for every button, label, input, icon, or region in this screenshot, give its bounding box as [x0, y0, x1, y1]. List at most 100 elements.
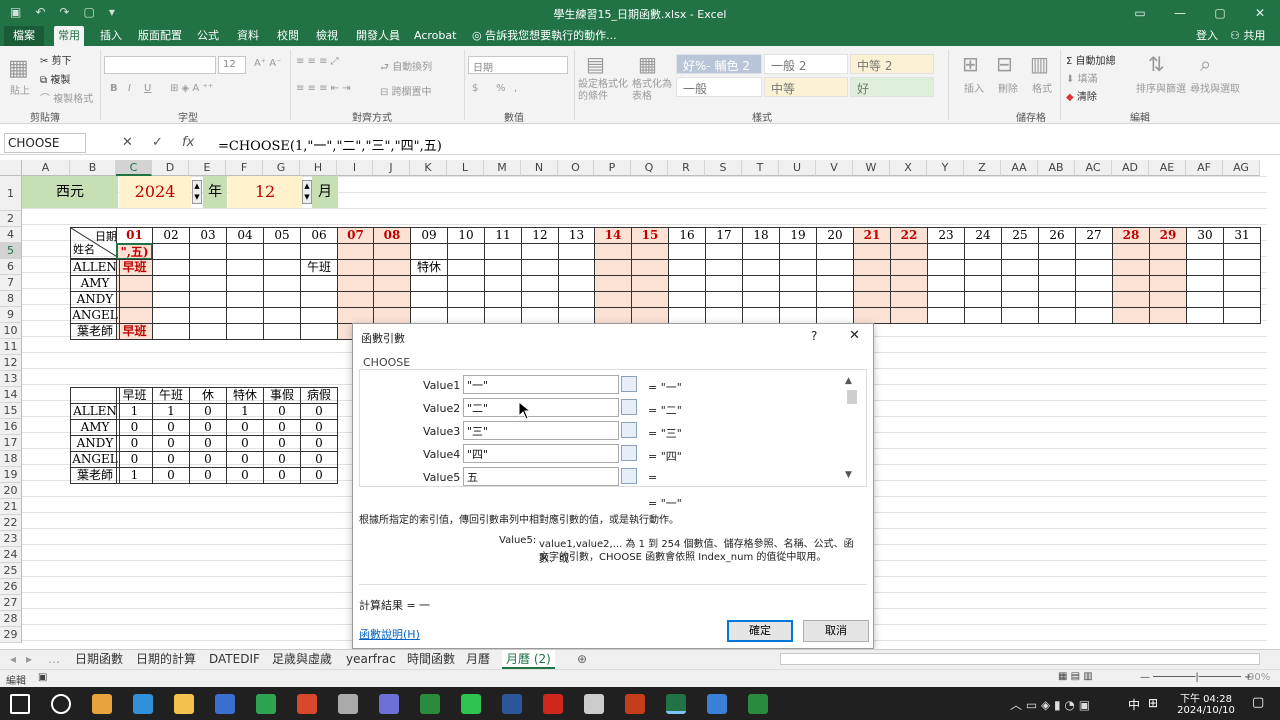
row-header-26[interactable]: 26 [0, 579, 22, 595]
shift-cell[interactable] [890, 275, 928, 292]
shift-cell[interactable] [890, 243, 928, 260]
shift-cell[interactable] [226, 243, 264, 260]
fill-button[interactable]: ⬇ 填滿 [1066, 70, 1098, 85]
shift-cell[interactable] [1223, 307, 1261, 324]
style-accent2[interactable]: 好%- 輔色 2 2 [676, 54, 762, 88]
shift-cell[interactable] [594, 275, 632, 292]
shift-cell[interactable] [337, 243, 374, 260]
shift-cell[interactable] [816, 243, 854, 260]
column-header-E[interactable]: E [189, 160, 226, 176]
shift-cell[interactable] [742, 259, 780, 276]
tab-data[interactable]: 資料 [233, 26, 263, 46]
shift-cell[interactable] [816, 275, 854, 292]
shift-cell[interactable] [631, 307, 669, 324]
row-header-14[interactable]: 14 [0, 387, 22, 403]
shift-cell[interactable] [152, 243, 190, 260]
shift-cell[interactable] [1112, 275, 1150, 292]
arg-input-2[interactable] [463, 398, 619, 417]
tab-insert[interactable]: 插入 [96, 26, 126, 46]
shift-cell[interactable] [226, 275, 264, 292]
shift-cell[interactable] [1186, 291, 1224, 308]
shift-cell[interactable] [189, 307, 227, 324]
column-header-AF[interactable]: AF [1186, 160, 1223, 176]
row-header-9[interactable]: 9 [0, 307, 22, 323]
shift-cell[interactable] [853, 307, 891, 324]
style-neutral2[interactable]: 中等 2 [850, 54, 934, 74]
start-icon[interactable] [10, 694, 30, 714]
red-app-icon[interactable] [297, 694, 317, 714]
shift-cell[interactable] [373, 275, 411, 292]
shift-cell[interactable] [447, 259, 485, 276]
arg-input-4[interactable] [463, 444, 619, 463]
shift-cell[interactable] [705, 243, 743, 260]
cancel-button[interactable]: 取消 [803, 620, 869, 642]
edge-icon[interactable] [133, 694, 153, 714]
shift-cell[interactable] [373, 259, 411, 276]
column-header-K[interactable]: K [410, 160, 447, 176]
percent-button[interactable]: % [496, 83, 506, 94]
shift-cell[interactable] [742, 275, 780, 292]
find-select-icon[interactable]: ⌕ [1200, 52, 1211, 76]
explorer-icon[interactable] [174, 694, 194, 714]
shift-cell[interactable] [1038, 259, 1076, 276]
shift-cell[interactable] [705, 275, 743, 292]
column-header-Z[interactable]: Z [964, 160, 1001, 176]
shift-cell[interactable] [964, 307, 1002, 324]
shift-cell[interactable] [410, 307, 448, 324]
comma-button[interactable]: , [514, 83, 517, 94]
row-header-29[interactable]: 29 [0, 627, 22, 643]
column-header-J[interactable]: J [373, 160, 410, 176]
paste-button[interactable]: 貼上 [10, 82, 30, 97]
sign-in-link[interactable]: 登入 [1192, 26, 1222, 46]
year-spinner[interactable]: ▲ ▼ [192, 180, 202, 204]
scroll-up-icon[interactable]: ▲ [845, 376, 852, 386]
shift-cell[interactable] [1001, 259, 1039, 276]
ime-mode-icon[interactable]: ⊞ [1148, 696, 1158, 710]
shift-cell[interactable] [1038, 275, 1076, 292]
dialog-close-button[interactable]: ✕ [849, 328, 860, 343]
tab-review[interactable]: 校閱 [273, 26, 303, 46]
scroll-down-icon[interactable]: ▼ [845, 470, 852, 480]
shift-cell[interactable] [521, 243, 559, 260]
column-header-A[interactable]: A [22, 160, 70, 176]
align-top-icon[interactable]: ≡ ≡ ≡ ⤢ [296, 56, 339, 67]
shift-cell[interactable] [742, 291, 780, 308]
shift-cell[interactable] [1038, 291, 1076, 308]
shift-cell[interactable] [558, 243, 595, 260]
row-header-28[interactable]: 28 [0, 611, 22, 627]
shift-cell[interactable] [558, 275, 595, 292]
tab-scroll-left-icon[interactable]: ◂ [6, 650, 20, 669]
shift-cell[interactable] [300, 275, 338, 292]
wrap-text-button[interactable]: ⮐ 自動換列 [380, 58, 432, 77]
row-header-19[interactable]: 19 [0, 467, 22, 483]
column-header-AD[interactable]: AD [1112, 160, 1149, 176]
shift-cell[interactable] [927, 259, 965, 276]
store-icon[interactable] [215, 694, 235, 714]
style-normal2[interactable]: 一般 2 [764, 54, 848, 74]
shift-cell[interactable] [116, 307, 153, 324]
app-icon[interactable] [256, 694, 276, 714]
shift-cell[interactable] [594, 243, 632, 260]
tell-me-box[interactable]: ◎ 告訴我您想要執行的動作... [468, 26, 621, 46]
shift-cell[interactable] [263, 275, 301, 292]
insert-cells-button[interactable]: 插入 [964, 80, 984, 95]
delete-cells-button[interactable]: 刪除 [998, 80, 1018, 95]
shift-cell[interactable] [742, 243, 780, 260]
camtasia2-icon[interactable] [748, 694, 768, 714]
ok-button[interactable]: 確定 [727, 620, 793, 642]
shift-cell[interactable] [1001, 243, 1039, 260]
shift-cell[interactable] [779, 243, 817, 260]
tab-acrobat[interactable]: Acrobat [410, 26, 460, 46]
shift-cell[interactable] [668, 307, 706, 324]
camtasia-icon[interactable] [420, 694, 440, 714]
close-button[interactable]: ✕ [1240, 0, 1280, 26]
shift-cell[interactable] [189, 323, 227, 340]
tray-icons[interactable]: ︿ ▭ ◈ ▮ ◔ ▣ [1010, 696, 1090, 713]
cut-button[interactable]: ✂ 剪下 [40, 52, 72, 67]
shift-cell[interactable] [226, 259, 264, 276]
shift-cell[interactable] [189, 291, 227, 308]
tab-scroll-right-icon[interactable]: ▸ [22, 650, 36, 669]
shift-cell[interactable] [1149, 291, 1187, 308]
column-header-W[interactable]: W [853, 160, 890, 176]
sheet-tab-4[interactable]: 足歲與虛歲 [268, 650, 336, 669]
